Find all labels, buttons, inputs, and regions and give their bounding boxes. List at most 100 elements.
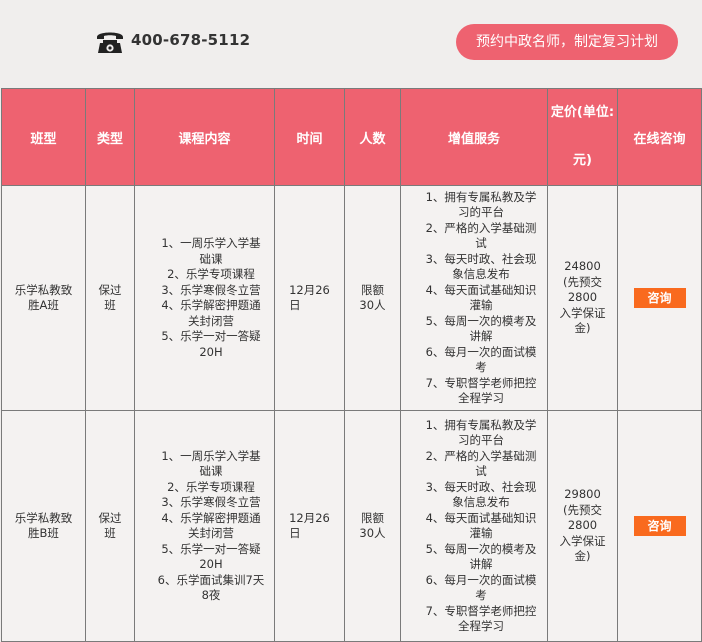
course-table: 班型 类型 课程内容 时间 人数 增值服务 定价(单位: 元) 在线咨询 乐学私… [1, 88, 702, 642]
cell-line: 限额 [361, 282, 384, 297]
header-price: 定价(单位: 元) [547, 88, 618, 186]
content-line: 5、乐学一对一答疑 [161, 329, 261, 343]
content-line: 3、乐学寒假冬立营 [161, 495, 261, 509]
content-line: 5、乐学一对一答疑 [161, 541, 261, 556]
service-line: 考 [475, 360, 487, 374]
cell-line: 乐学私教致 [14, 282, 73, 297]
price-cell: 29800 (先预交 2800 入学保证 金) [547, 410, 618, 642]
consult-cell: 咨询 [617, 410, 702, 642]
price-line: 2800 [567, 518, 598, 533]
price-line: 入学保证 [559, 533, 606, 548]
cell-line: 保过 [98, 282, 122, 297]
cell-line: 日 [289, 298, 301, 312]
cell-line: 班 [104, 298, 116, 312]
service-line: 7、专职督学老师把控 [425, 375, 537, 390]
service-line: 7、专职督学老师把控 [425, 603, 537, 618]
consult-cell: 咨询 [617, 185, 702, 411]
telephone-icon [95, 28, 125, 54]
service-line: 6、每月一次的面试模 [425, 572, 537, 587]
service-line: 6、每月一次的面试模 [425, 344, 537, 359]
content-cell: 1、一周乐学入学基 础课 2、乐学专项课程 3、乐学寒假冬立营 4、乐学解密押题… [134, 185, 275, 411]
service-line: 2、严格的入学基础测 [425, 448, 537, 463]
header-consult: 在线咨询 [617, 88, 702, 186]
cell-line: 限额 [361, 510, 384, 525]
service-line: 试 [475, 464, 487, 478]
table-row: 乐学私教致 胜B班 保过 班 1、一周乐学入学基 础课 2、乐学专项课程 3、乐… [1, 410, 702, 642]
content-line: 20H [199, 344, 223, 359]
header-time: 时间 [274, 88, 345, 186]
content-line: 4、乐学解密押题通 [161, 298, 261, 312]
services-cell: 1、拥有专属私教及学 习的平台 2、严格的入学基础测 试 3、每天时政、社会现 … [400, 185, 548, 411]
content-line: 础课 [199, 251, 223, 266]
service-line: 象信息发布 [452, 495, 510, 509]
service-line: 灌输 [469, 526, 493, 540]
service-line: 讲解 [469, 557, 493, 571]
service-line: 3、每天时政、社会现 [425, 479, 537, 494]
service-line: 4、每天面试基础知识 [425, 282, 537, 297]
service-line: 象信息发布 [452, 267, 510, 281]
class-type-cell: 乐学私教致 胜B班 [1, 410, 86, 642]
price-line: 2800 [567, 290, 598, 305]
cell-line: 胜A班 [28, 298, 59, 312]
price-line: (先预交 [563, 274, 602, 289]
price-line: 金) [574, 549, 591, 564]
price-line: 29800 [564, 487, 601, 502]
category-cell: 保过 班 [85, 185, 135, 411]
content-line: 3、乐学寒假冬立营 [161, 282, 261, 297]
service-line: 全程学习 [458, 619, 504, 633]
consult-button[interactable]: 咨询 [633, 288, 686, 308]
cell-line: 胜B班 [28, 526, 59, 540]
service-line: 5、每周一次的模考及 [425, 541, 537, 556]
content-line: 4、乐学解密押题通 [161, 510, 261, 525]
cell-line: 日 [289, 526, 301, 540]
capacity-cell: 限额 30人 [344, 410, 401, 642]
content-line: 2、乐学专项课程 [167, 479, 255, 494]
service-line: 5、每周一次的模考及 [425, 313, 537, 328]
table-header-row: 班型 类型 课程内容 时间 人数 增值服务 定价(单位: 元) 在线咨询 [1, 88, 702, 186]
header-price-line1: 定价(单位: [550, 105, 615, 120]
services-cell: 1、拥有专属私教及学 习的平台 2、严格的入学基础测 试 3、每天时政、社会现 … [400, 410, 548, 642]
content-line: 6、乐学面试集训7天 [157, 572, 265, 587]
cell-line: 30人 [359, 298, 386, 312]
service-line: 3、每天时政、社会现 [425, 251, 537, 266]
service-line: 习的平台 [458, 433, 504, 447]
service-line: 试 [475, 236, 487, 250]
category-cell: 保过 班 [85, 410, 135, 642]
book-teacher-button[interactable]: 预约中政名师，制定复习计划 [456, 24, 678, 60]
price-line: 24800 [564, 259, 601, 274]
service-line: 考 [475, 588, 487, 602]
cell-line: 30人 [359, 526, 386, 540]
class-type-cell: 乐学私教致 胜A班 [1, 185, 86, 411]
price-cell: 24800 (先预交 2800 入学保证 金) [547, 185, 618, 411]
content-line: 础课 [199, 464, 223, 478]
content-cell: 1、一周乐学入学基 础课 2、乐学专项课程 3、乐学寒假冬立营 4、乐学解密押题… [134, 410, 275, 642]
service-line: 1、拥有专属私教及学 [425, 189, 537, 204]
time-cell: 12月26 日 [274, 185, 345, 411]
service-line: 讲解 [469, 329, 493, 343]
content-line: 1、一周乐学入学基 [161, 448, 261, 463]
service-line: 灌输 [469, 298, 493, 312]
service-line: 习的平台 [458, 205, 504, 219]
header-category: 类型 [85, 88, 135, 186]
content-line: 8夜 [201, 588, 221, 602]
cell-line: 乐学私教致 [14, 510, 73, 525]
service-line: 4、每天面试基础知识 [425, 510, 537, 525]
phone-number: 400-678-5112 [131, 31, 251, 49]
capacity-cell: 限额 30人 [344, 185, 401, 411]
header-capacity: 人数 [344, 88, 401, 186]
cell-line: 12月26 [289, 510, 330, 525]
content-line: 关封闭营 [188, 526, 234, 540]
cell-line: 12月26 [289, 282, 330, 297]
consult-button[interactable]: 咨询 [633, 516, 686, 536]
service-line: 1、拥有专属私教及学 [425, 417, 537, 432]
content-line: 2、乐学专项课程 [167, 267, 255, 281]
price-line: 金) [574, 321, 591, 336]
header-price-line2: 元) [573, 153, 592, 168]
header-services: 增值服务 [400, 88, 548, 186]
top-bar: 400-678-5112 预约中政名师，制定复习计划 [0, 0, 702, 88]
cell-line: 班 [104, 526, 116, 540]
content-line: 关封闭营 [188, 313, 234, 328]
content-line: 20H [199, 557, 223, 571]
time-cell: 12月26 日 [274, 410, 345, 642]
price-line: 入学保证 [559, 305, 606, 320]
